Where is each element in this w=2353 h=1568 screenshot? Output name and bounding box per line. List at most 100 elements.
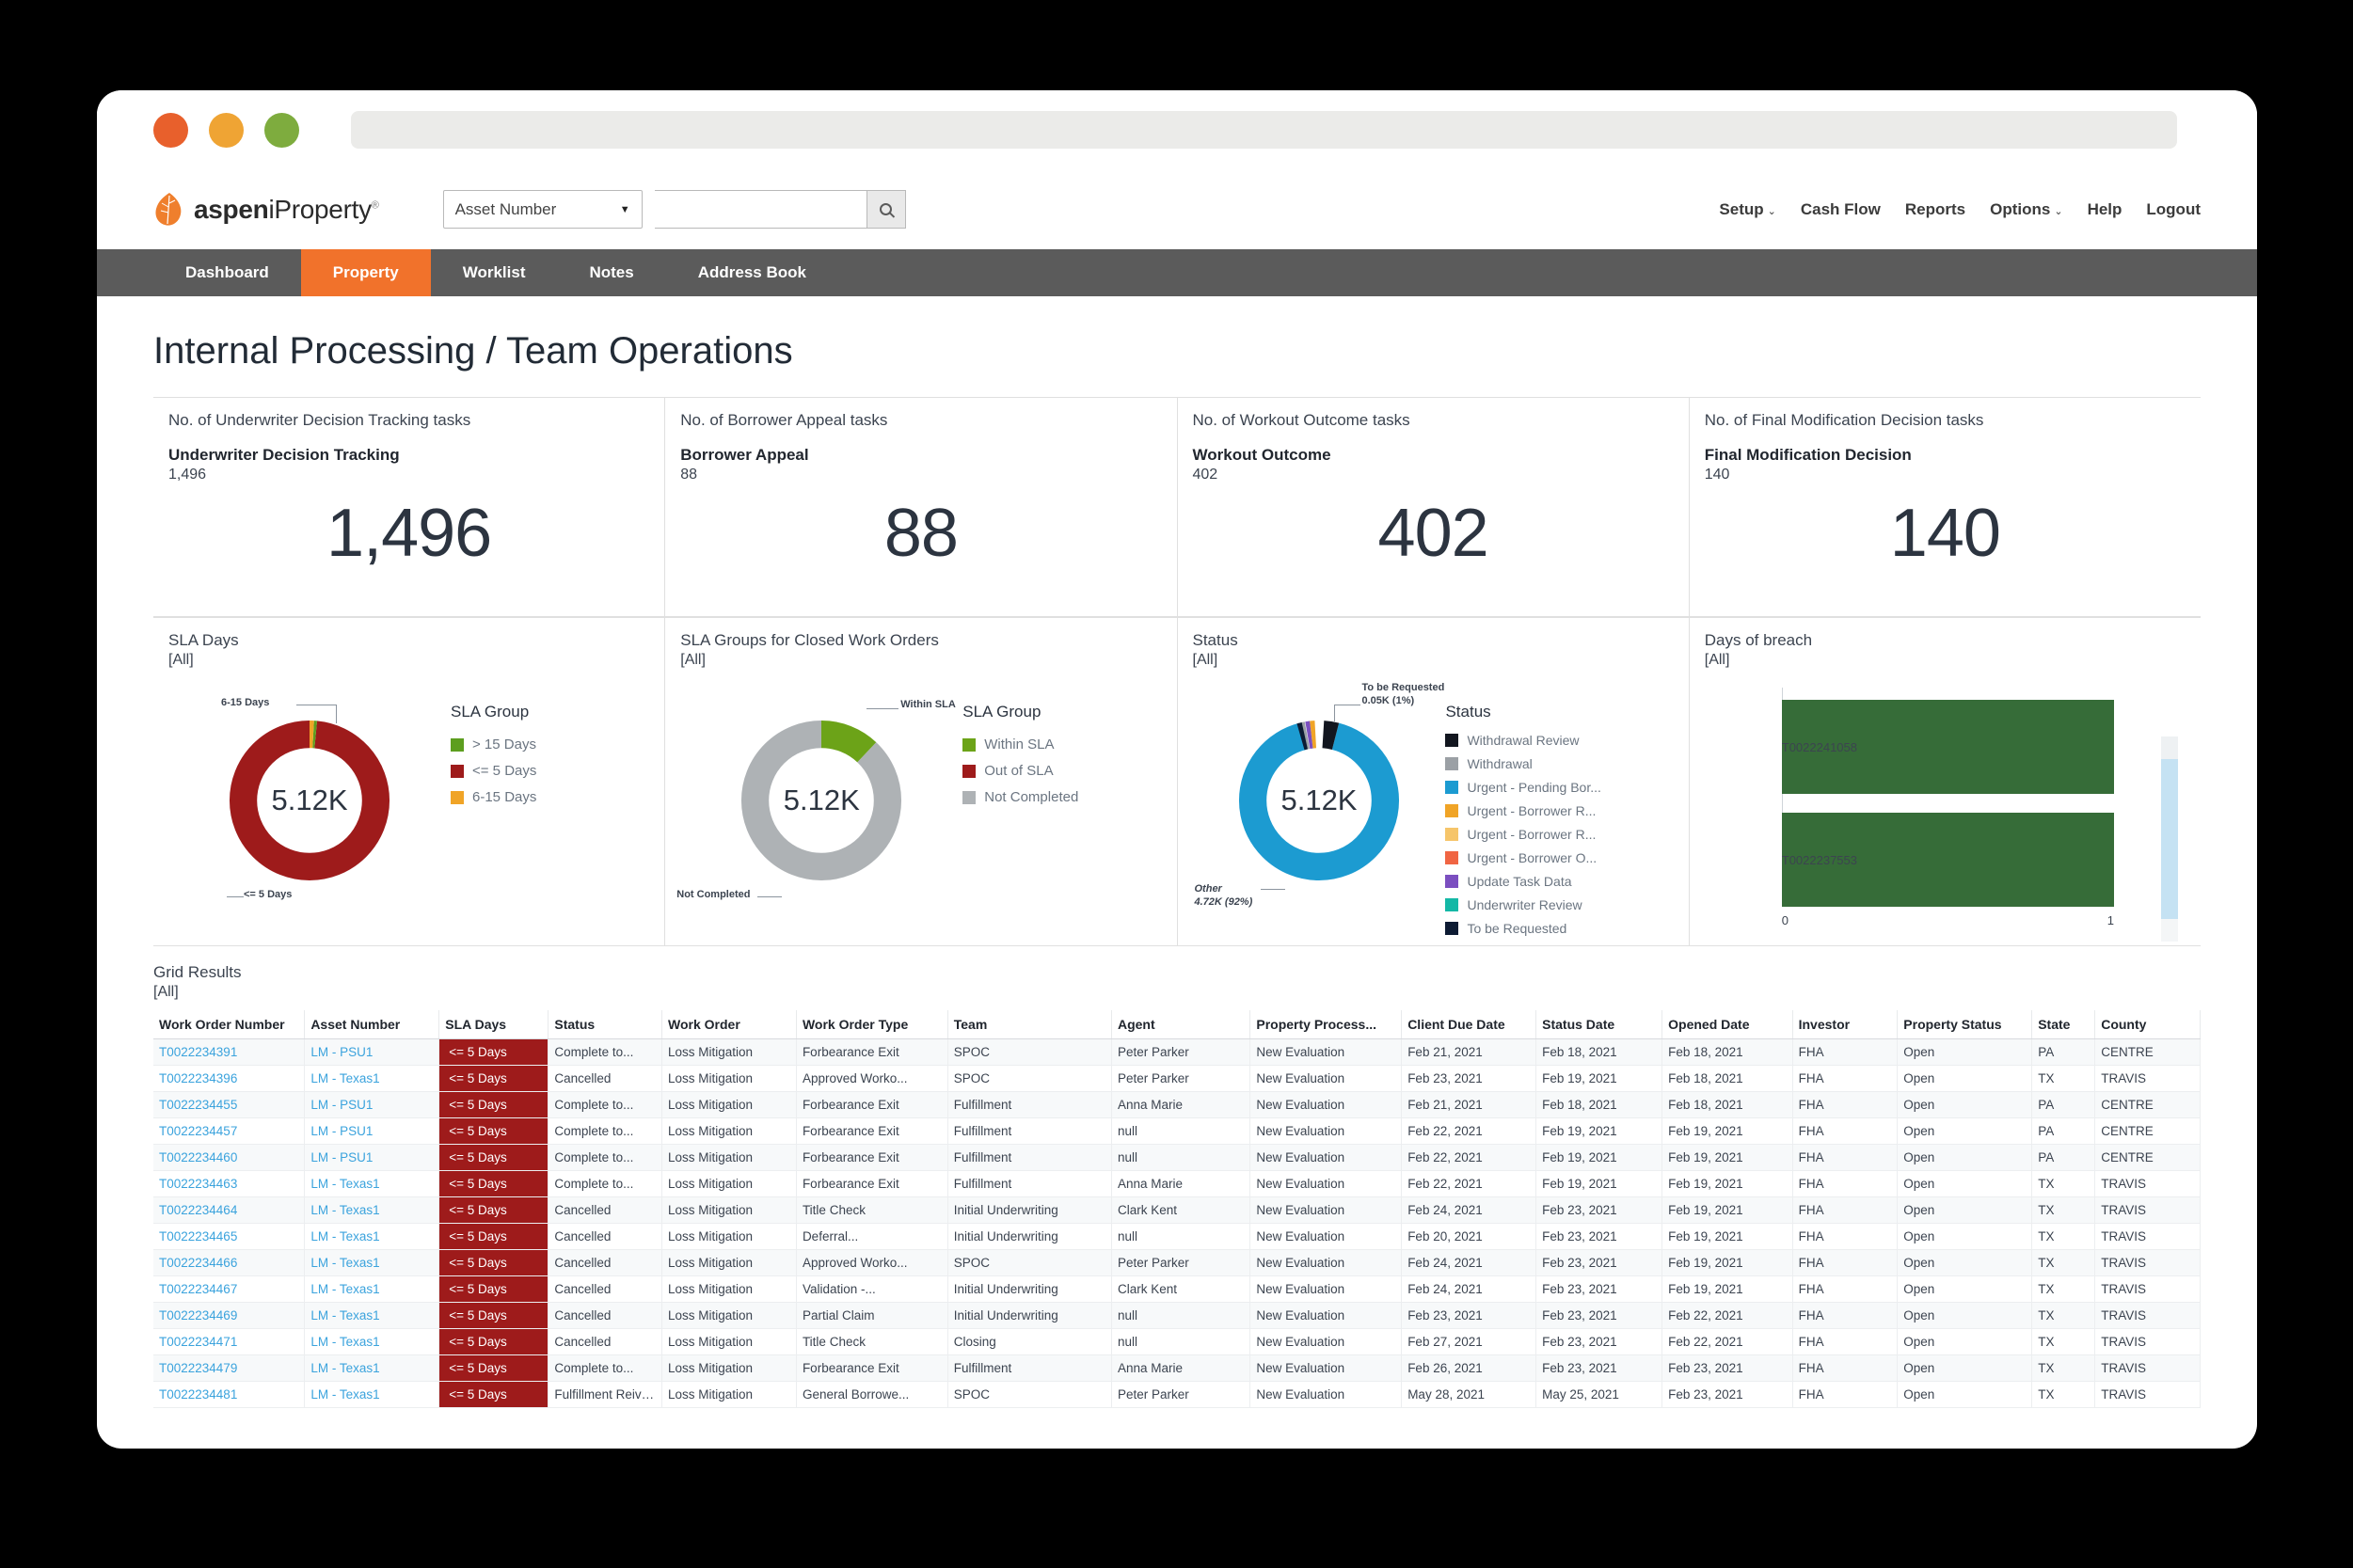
table-cell[interactable]: LM - Texas1 (304, 1065, 440, 1092)
table-column-header[interactable]: Asset Number (304, 1010, 440, 1039)
legend-item[interactable]: Urgent - Borrower R... (1445, 803, 1678, 818)
kpi-card-underwriter-decision-tracking[interactable]: No. of Underwriter Decision Tracking tas… (153, 398, 666, 616)
nav-item-logout[interactable]: Logout (2146, 200, 2201, 219)
table-cell[interactable]: LM - PSU1 (304, 1144, 440, 1171)
nav-item-cash-flow[interactable]: Cash Flow (1801, 200, 1881, 219)
table-cell[interactable]: LM - Texas1 (304, 1354, 440, 1382)
search-category-select[interactable]: Asset Number ▼ (442, 190, 643, 229)
donut-chart[interactable]: 5.12K (1193, 669, 1446, 932)
table-row[interactable]: T0022234479 LM - Texas1 <= 5 Days Complete … (153, 1354, 2201, 1382)
table-column-header[interactable]: Property Status (1897, 1010, 2033, 1039)
bar-row[interactable]: T0022241058 (1781, 697, 2114, 797)
table-cell[interactable]: LM - PSU1 (304, 1117, 440, 1145)
nav-item-reports[interactable]: Reports (1905, 200, 1965, 219)
legend-item[interactable]: Out of SLA (962, 763, 1167, 779)
table-cell[interactable]: T0022234465 (153, 1223, 306, 1250)
bar-row[interactable]: T0022237553 (1781, 810, 2114, 910)
table-cell[interactable]: LM - Texas1 (304, 1275, 440, 1303)
table-cell[interactable]: T0022234396 (153, 1065, 306, 1092)
minimize-window-icon[interactable] (209, 112, 244, 148)
table-row[interactable]: T0022234457 LM - PSU1 <= 5 Days Complete to… (153, 1117, 2201, 1145)
nav-item-options[interactable]: Options ⌄ (1990, 200, 2062, 219)
table-row[interactable]: T0022234465 LM - Texas1 <= 5 Days Cancelled… (153, 1223, 2201, 1250)
table-cell[interactable]: T0022234469 (153, 1302, 306, 1329)
legend-item[interactable]: Urgent - Borrower R... (1445, 827, 1678, 842)
table-row[interactable]: T0022234463 LM - Texas1 <= 5 Days Complete … (153, 1170, 2201, 1197)
nav-item-help[interactable]: Help (2088, 200, 2122, 219)
table-column-header[interactable]: Work Order Type (796, 1010, 948, 1039)
table-row[interactable]: T0022234464 LM - Texas1 <= 5 Days Cancelled… (153, 1196, 2201, 1224)
close-window-icon[interactable] (153, 112, 188, 148)
donut-chart[interactable]: 5.12K (680, 669, 962, 932)
table-cell[interactable]: T0022234464 (153, 1196, 306, 1224)
table-column-header[interactable]: Work Order Number (153, 1010, 306, 1039)
table-column-header[interactable]: Property Process... (1249, 1010, 1403, 1039)
table-cell[interactable]: T0022234460 (153, 1144, 306, 1171)
table-cell[interactable]: LM - Texas1 (304, 1223, 440, 1250)
table-cell[interactable]: T0022234471 (153, 1328, 306, 1355)
legend-item[interactable]: Withdrawal (1445, 756, 1678, 771)
table-row[interactable]: T0022234466 LM - Texas1 <= 5 Days Cancelled… (153, 1249, 2201, 1276)
table-cell[interactable]: LM - Texas1 (304, 1328, 440, 1355)
donut-chart[interactable]: 5.12K (168, 669, 451, 932)
table-column-header[interactable]: Status (548, 1010, 662, 1039)
kpi-card-final-modification-decision[interactable]: No. of Final Modification Decision tasks… (1690, 398, 2201, 616)
table-row[interactable]: T0022234481 LM - Texas1 <= 5 Days Fulfillme… (153, 1381, 2201, 1408)
table-cell[interactable]: LM - Texas1 (304, 1302, 440, 1329)
table-cell[interactable]: T0022234457 (153, 1117, 306, 1145)
tab-property[interactable]: Property (300, 249, 431, 296)
legend-item[interactable]: Not Completed (962, 789, 1167, 805)
app-logo[interactable]: aspeniProperty® (153, 192, 379, 228)
table-row[interactable]: T0022234471 LM - Texas1 <= 5 Days Cancelled… (153, 1328, 2201, 1355)
maximize-window-icon[interactable] (264, 112, 299, 148)
table-cell[interactable]: LM - Texas1 (304, 1196, 440, 1224)
search-input[interactable] (654, 190, 867, 229)
kpi-card-workout-outcome[interactable]: No. of Workout Outcome tasks Workout Out… (1178, 398, 1690, 616)
table-row[interactable]: T0022234469 LM - Texas1 <= 5 Days Cancelled… (153, 1302, 2201, 1329)
tab-address-book[interactable]: Address Book (666, 249, 838, 296)
table-cell[interactable]: LM - PSU1 (304, 1038, 440, 1066)
search-button[interactable] (866, 190, 906, 229)
scrollbar-thumb[interactable] (2161, 759, 2178, 919)
chart-scrollbar[interactable] (2161, 736, 2178, 942)
table-cell[interactable]: LM - Texas1 (304, 1249, 440, 1276)
table-row[interactable]: T0022234396 LM - Texas1 <= 5 Days Cancelled… (153, 1065, 2201, 1092)
legend-item[interactable]: To be Requested (1445, 921, 1678, 936)
table-column-header[interactable]: County (2094, 1010, 2201, 1039)
table-column-header[interactable]: Agent (1111, 1010, 1251, 1039)
nav-item-setup[interactable]: Setup ⌄ (1719, 200, 1775, 219)
table-cell[interactable]: T0022234467 (153, 1275, 306, 1303)
table-cell[interactable]: LM - Texas1 (304, 1170, 440, 1197)
table-cell[interactable]: T0022234391 (153, 1038, 306, 1066)
tab-worklist[interactable]: Worklist (431, 249, 558, 296)
table-column-header[interactable]: Opened Date (1661, 1010, 1793, 1039)
legend-item[interactable]: <= 5 Days (451, 763, 655, 779)
legend-item[interactable]: > 15 Days (451, 736, 655, 752)
table-column-header[interactable]: Work Order (661, 1010, 797, 1039)
table-column-header[interactable]: Investor (1792, 1010, 1899, 1039)
legend-item[interactable]: Urgent - Borrower O... (1445, 850, 1678, 865)
legend-item[interactable]: Urgent - Pending Bor... (1445, 780, 1678, 795)
table-cell[interactable]: T0022234463 (153, 1170, 306, 1197)
table-cell[interactable]: T0022234479 (153, 1354, 306, 1382)
table-cell[interactable]: T0022234455 (153, 1091, 306, 1118)
table-column-header[interactable]: Client Due Date (1401, 1010, 1537, 1039)
bar-chart[interactable]: T0022241058 T0022237553 0 1 (1705, 669, 2191, 942)
address-bar[interactable] (351, 111, 2177, 149)
tab-notes[interactable]: Notes (557, 249, 665, 296)
legend-item[interactable]: Update Task Data (1445, 874, 1678, 889)
table-row[interactable]: T0022234467 LM - Texas1 <= 5 Days Cancelled… (153, 1275, 2201, 1303)
kpi-card-borrower-appeal[interactable]: No. of Borrower Appeal tasks Borrower Ap… (665, 398, 1178, 616)
table-row[interactable]: T0022234391 LM - PSU1 <= 5 Days Complete to… (153, 1038, 2201, 1066)
table-row[interactable]: T0022234455 LM - PSU1 <= 5 Days Complete to… (153, 1091, 2201, 1118)
table-column-header[interactable]: SLA Days (438, 1010, 549, 1039)
table-cell[interactable]: T0022234466 (153, 1249, 306, 1276)
legend-item[interactable]: Within SLA (962, 736, 1167, 752)
table-column-header[interactable]: Team (947, 1010, 1112, 1039)
scroll-up-arrow-icon[interactable] (2161, 736, 2178, 759)
table-cell[interactable]: T0022234481 (153, 1381, 306, 1408)
legend-item[interactable]: 6-15 Days (451, 789, 655, 805)
table-cell[interactable]: LM - PSU1 (304, 1091, 440, 1118)
legend-item[interactable]: Withdrawal Review (1445, 733, 1678, 748)
table-row[interactable]: T0022234460 LM - PSU1 <= 5 Days Complete to… (153, 1144, 2201, 1171)
